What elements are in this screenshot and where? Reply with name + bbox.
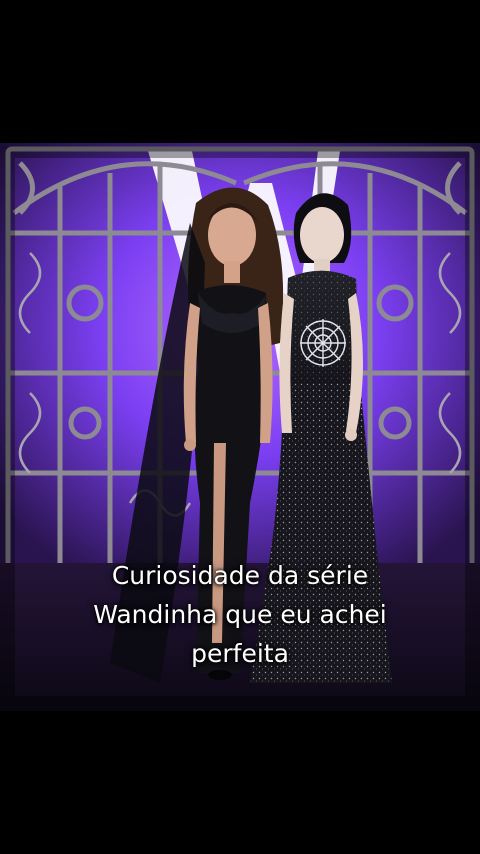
video-frame: Curiosidade da série Wandinha que eu ach… [0,0,480,854]
caption-text: Curiosidade da série Wandinha que eu ach… [0,556,480,673]
caption-line-1: Curiosidade da série [111,561,369,590]
caption-line-2: Wandinha que eu achei [93,600,387,629]
caption-line-3: perfeita [191,639,289,668]
spiderweb-detail [300,319,346,367]
